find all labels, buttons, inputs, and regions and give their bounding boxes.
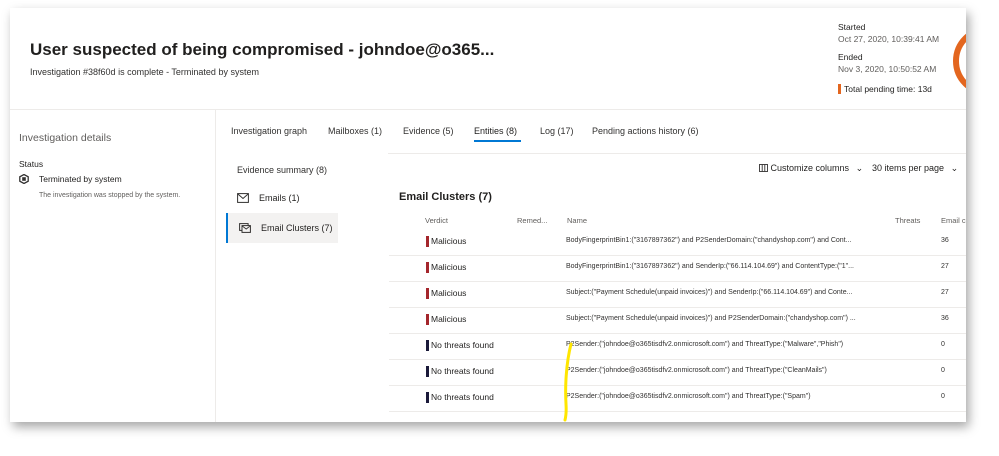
table-row[interactable]: No threats found P2Sender:("johndoe@o365t…: [389, 385, 966, 412]
tab-entities[interactable]: Entities (8): [474, 126, 517, 136]
email-count-cell: 27: [941, 289, 949, 296]
started-value: Oct 27, 2020, 10:39:41 AM: [838, 34, 940, 44]
status-description: The investigation was stopped by the sys…: [39, 192, 181, 199]
header-divider: [10, 109, 966, 110]
verdict-indicator: [426, 366, 429, 377]
investigation-details-title: Investigation details: [19, 132, 112, 144]
customize-columns-label: Customize columns: [770, 163, 850, 173]
column-header-threats[interactable]: Threats: [895, 216, 920, 225]
section-title: Email Clusters (7): [399, 191, 492, 203]
email-count-cell: 0: [941, 393, 945, 400]
investigation-status-summary: Investigation #38f60d is complete - Term…: [30, 67, 259, 77]
table-row[interactable]: Malicious Subject:("Payment Schedule(unpa…: [389, 281, 966, 308]
verdict-cell: No threats found: [431, 392, 494, 402]
subnav-item-email-clusters[interactable]: Email Clusters (7): [226, 213, 338, 243]
terminated-status-icon: [19, 174, 29, 184]
table-row[interactable]: No threats found P2Sender:("johndoe@o365t…: [389, 333, 966, 360]
verdict-cell: Malicious: [431, 288, 467, 298]
verdict-cell: No threats found: [431, 340, 494, 350]
tab-evidence[interactable]: Evidence (5): [403, 126, 454, 136]
verdict-indicator: [426, 340, 429, 351]
column-header-email-count[interactable]: Email c: [941, 216, 966, 225]
ended-value: Nov 3, 2020, 10:50:52 AM: [838, 64, 937, 74]
columns-icon: [759, 164, 768, 172]
verdict-indicator: [426, 288, 429, 299]
cluster-name-cell[interactable]: Subject:("Payment Schedule(unpaid invoic…: [566, 315, 856, 322]
page-title: User suspected of being compromised - jo…: [30, 40, 495, 59]
cluster-name-cell[interactable]: P2Sender:("johndoe@o365tisdfv2.onmicroso…: [566, 341, 843, 348]
column-header-name[interactable]: Name: [567, 216, 587, 225]
table-row[interactable]: Malicious Subject:("Payment Schedule(unpa…: [389, 307, 966, 334]
subnav-item-emails[interactable]: Emails (1): [226, 183, 338, 213]
email-clusters-icon: [239, 223, 251, 233]
column-header-remediation[interactable]: Remed...: [517, 216, 547, 225]
items-per-page-label: 30 items per page: [872, 163, 945, 173]
cluster-name-cell[interactable]: P2Sender:("johndoe@o365tisdfv2.onmicroso…: [566, 393, 811, 400]
panel-divider: [215, 110, 216, 422]
tab-log[interactable]: Log (17): [540, 126, 574, 136]
email-count-cell: 36: [941, 315, 949, 322]
highlight-annotation: [563, 342, 573, 422]
table-row[interactable]: No threats found P2Sender:("johndoe@o365t…: [389, 359, 966, 386]
tab-mailboxes[interactable]: Mailboxes (1): [328, 126, 382, 136]
table-row[interactable]: Malicious BodyFingerprintBin1:("316789736…: [389, 255, 966, 282]
total-pending-time: Total pending time: 13d: [844, 84, 932, 94]
status-label: Status: [19, 159, 44, 169]
chevron-down-icon: ⌄: [950, 163, 959, 173]
tab-pending-actions-history[interactable]: Pending actions history (6): [592, 126, 699, 136]
email-count-cell: 36: [941, 237, 949, 244]
verdict-cell: Malicious: [431, 262, 467, 272]
active-tab-indicator: [474, 140, 521, 142]
started-label: Started: [838, 22, 866, 32]
verdict-indicator: [426, 392, 429, 403]
verdict-cell: No threats found: [431, 366, 494, 376]
tab-divider: [388, 153, 966, 154]
email-count-cell: 0: [941, 367, 945, 374]
tab-investigation-graph[interactable]: Investigation graph: [231, 126, 307, 136]
evidence-summary-link[interactable]: Evidence summary (8): [237, 165, 327, 175]
status-value: Terminated by system: [39, 174, 122, 184]
verdict-cell: Malicious: [431, 236, 467, 246]
ended-label: Ended: [838, 52, 863, 62]
cluster-name-cell[interactable]: BodyFingerprintBin1:("3167897362") and P…: [566, 237, 851, 244]
items-per-page-dropdown[interactable]: 30 items per page ⌄: [872, 163, 958, 174]
subnav-item-label: Email Clusters (7): [261, 223, 333, 233]
verdict-cell: Malicious: [431, 314, 467, 324]
verdict-indicator: [426, 314, 429, 325]
cluster-name-cell[interactable]: Subject:("Payment Schedule(unpaid invoic…: [566, 289, 852, 296]
investigation-window: User suspected of being compromised - jo…: [10, 8, 966, 422]
verdict-indicator: [426, 236, 429, 247]
column-header-verdict[interactable]: Verdict: [425, 216, 448, 225]
chevron-down-icon: ⌄: [855, 163, 864, 173]
verdict-indicator: [426, 262, 429, 273]
table-row[interactable]: Malicious BodyFingerprintBin1:("316789736…: [389, 229, 966, 256]
customize-columns-button[interactable]: Customize columns ⌄: [759, 163, 863, 174]
mail-icon: [237, 193, 249, 203]
cluster-name-cell[interactable]: BodyFingerprintBin1:("3167897362") and S…: [566, 263, 854, 270]
pending-indicator: [838, 84, 841, 94]
cluster-name-cell[interactable]: P2Sender:("johndoe@o365tisdfv2.onmicroso…: [566, 367, 827, 374]
email-count-cell: 0: [941, 341, 945, 348]
status-donut-chart: [953, 26, 966, 96]
subnav-item-label: Emails (1): [259, 193, 300, 203]
email-count-cell: 27: [941, 263, 949, 270]
